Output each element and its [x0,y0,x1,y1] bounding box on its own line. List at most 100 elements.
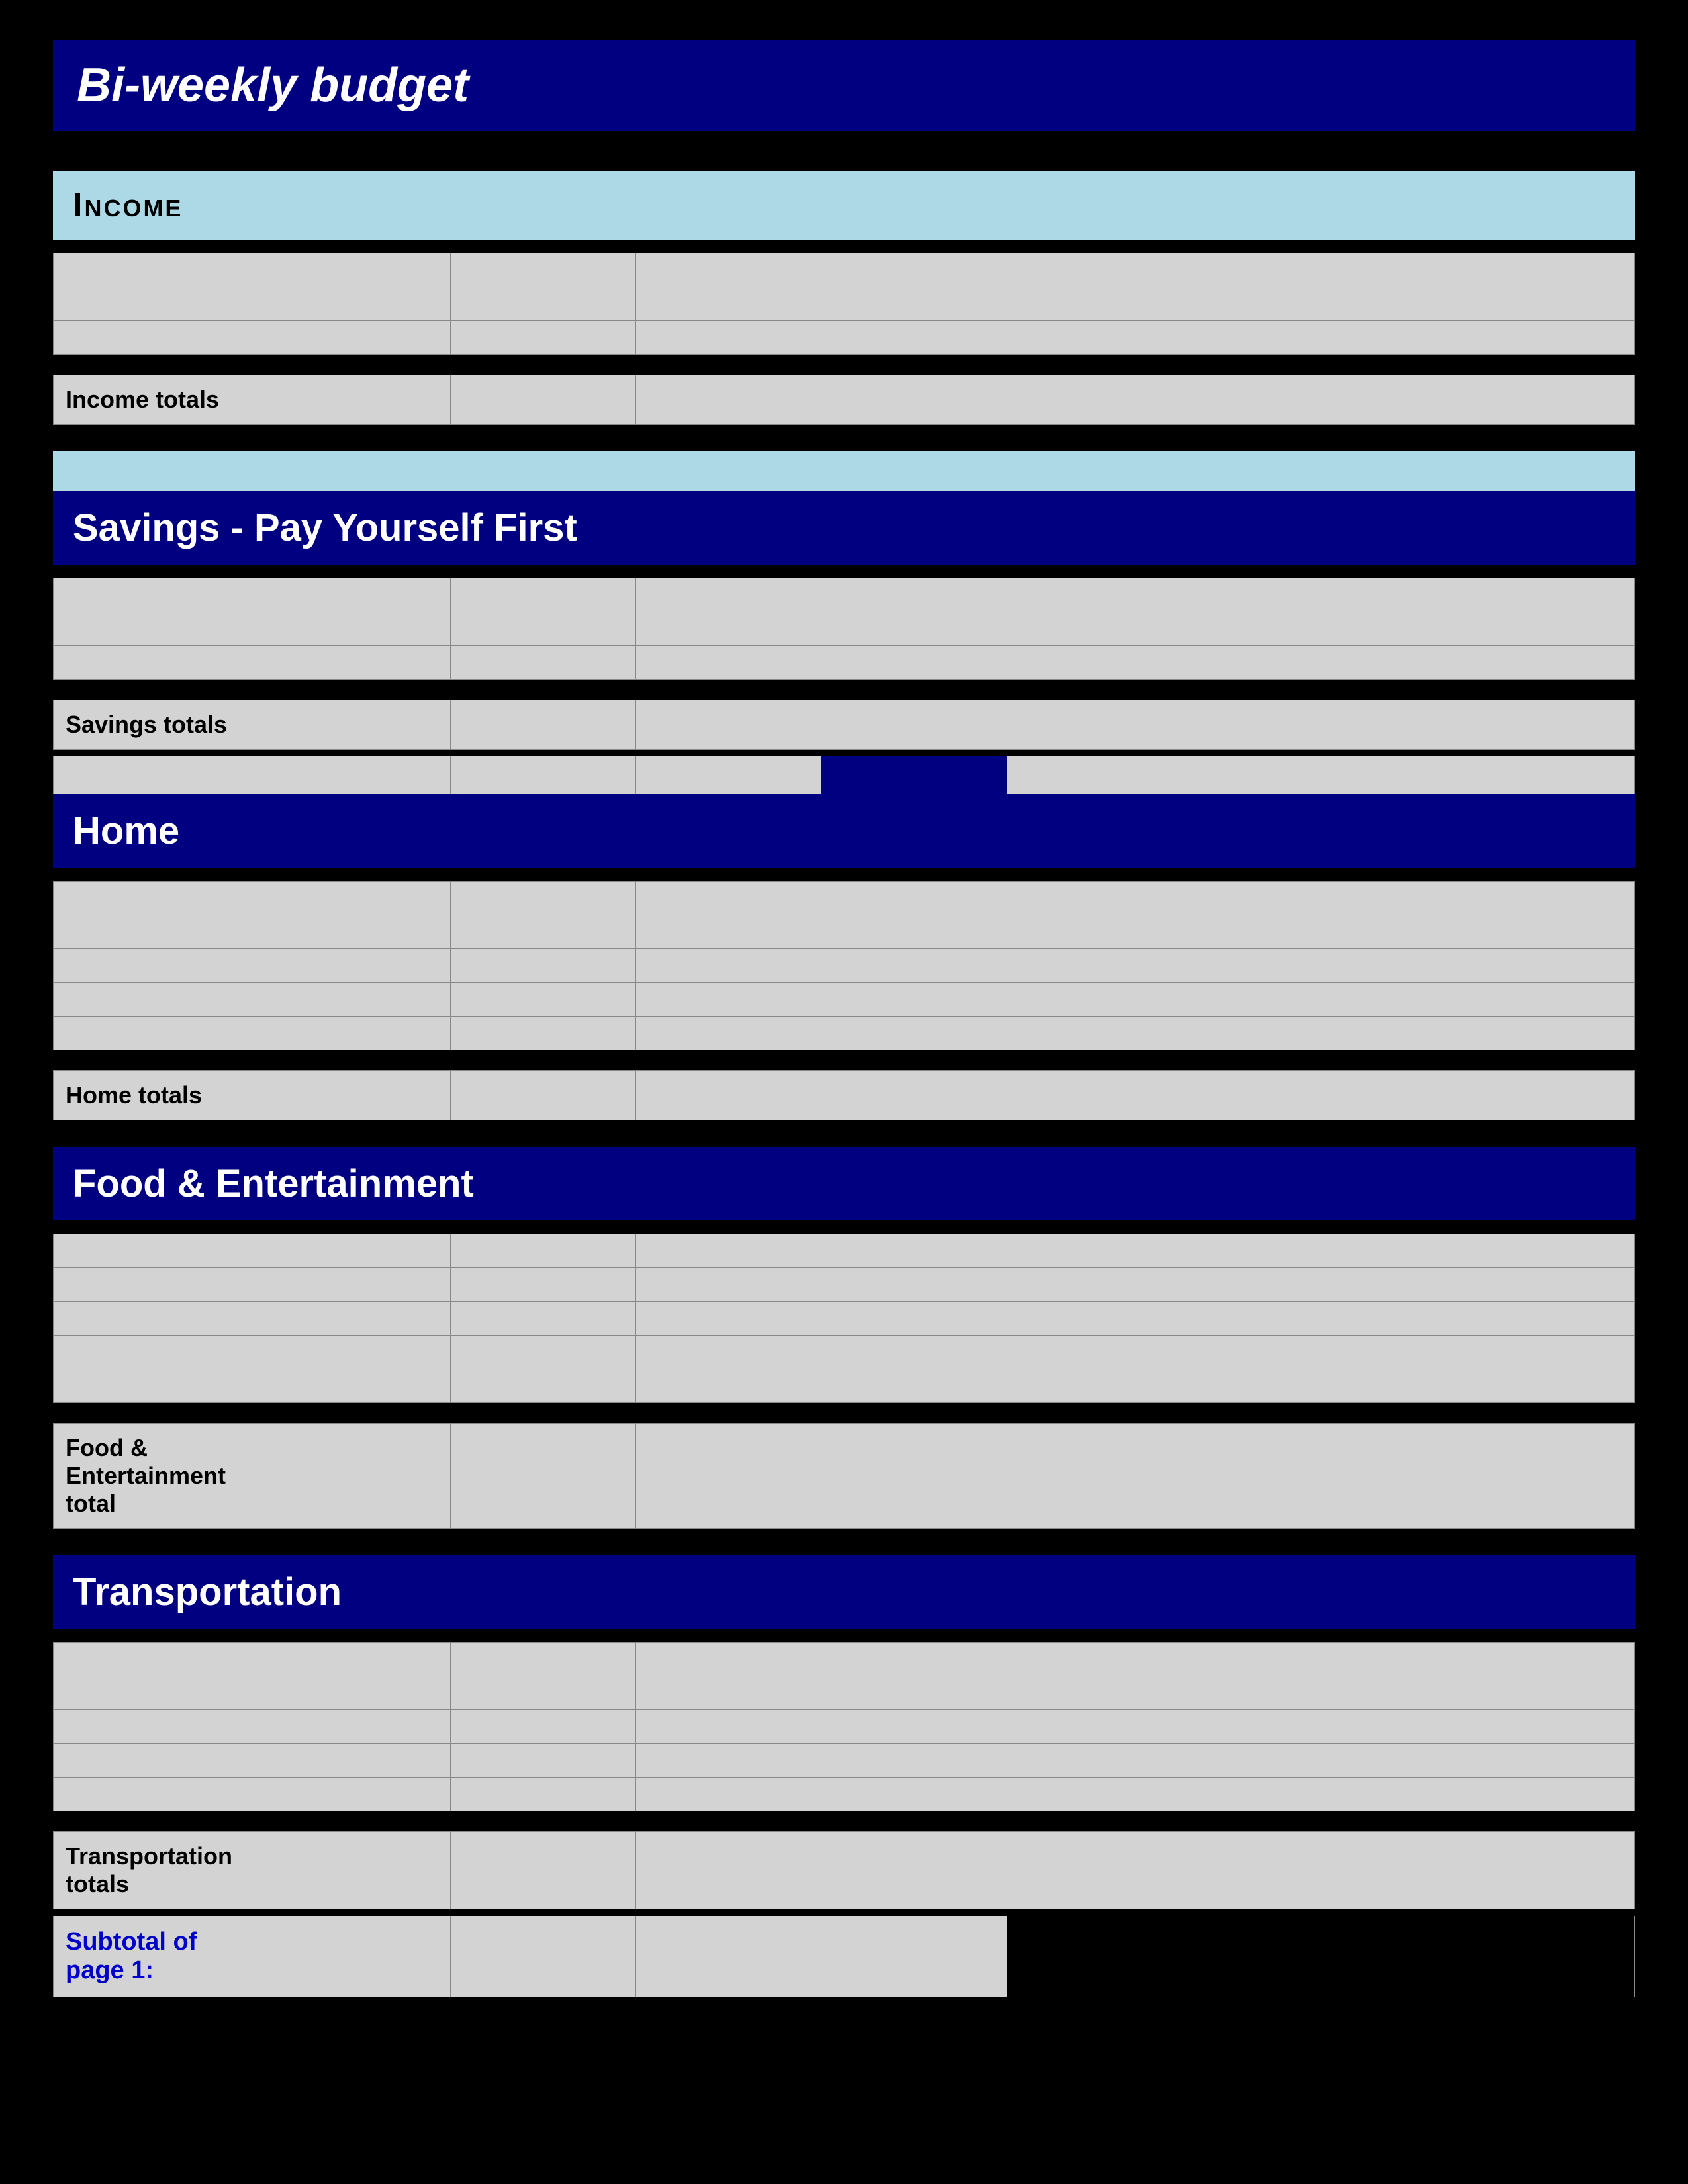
data-cell [636,949,821,982]
data-cell [54,983,265,1016]
table-row [53,1268,1635,1302]
savings-totals-cell-1 [265,700,451,749]
data-cell [265,882,451,915]
data-cell [265,1234,451,1267]
data-cell [451,1676,636,1709]
home-table [53,881,1635,1050]
data-cell [54,882,265,915]
transportation-totals-row: Transportation totals [53,1831,1635,1909]
data-cell [821,1369,1007,1402]
savings-body [53,565,1635,693]
data-cell [821,1744,1007,1777]
income-body [53,240,1635,368]
data-cell [821,1710,1007,1743]
data-cell [54,612,265,645]
data-cell [265,1744,451,1777]
data-cell [821,1778,1007,1811]
data-cell [821,1268,1007,1301]
data-cell [451,253,636,287]
data-cell [265,1369,451,1402]
table-row [53,1710,1635,1744]
data-cell [451,1710,636,1743]
subtotal-row: Subtotal of page 1: [53,1916,1635,1997]
savings-totals-label: Savings totals [54,700,265,749]
food-title: Food & Entertainment [73,1162,474,1205]
income-totals-cell-3 [636,375,821,424]
data-cell [265,1643,451,1676]
income-table [53,253,1635,355]
food-totals-cell-1 [265,1424,451,1528]
extra-cell [636,756,821,794]
transportation-header: Transportation [53,1555,1635,1629]
data-cell [821,1302,1007,1335]
data-cell [636,1302,821,1335]
data-cell [821,578,1007,612]
data-cell [821,612,1007,645]
home-totals-cell-2 [451,1071,636,1120]
data-cell [636,882,821,915]
transportation-totals-cell-3 [636,1832,821,1909]
spacer [53,1535,1635,1555]
data-cell [265,1710,451,1743]
data-cell [821,646,1007,679]
data-cell [636,1268,821,1301]
data-cell [451,1268,636,1301]
data-cell [54,949,265,982]
data-cell [636,578,821,612]
data-cell [821,949,1007,982]
income-header: Income [53,171,1635,240]
data-cell [636,612,821,645]
data-cell [265,287,451,320]
table-row [53,287,1635,321]
title-bar: Bi-weekly budget [53,40,1635,131]
savings-light-bar [53,451,1635,491]
home-header: Home [53,794,1635,868]
table-row [53,915,1635,949]
data-cell [821,1017,1007,1050]
data-cell [821,1336,1007,1369]
savings-header: Savings - Pay Yourself First [53,491,1635,565]
food-totals-label: Food & Entertainment total [54,1424,265,1528]
food-totals-cell-4 [821,1424,1007,1528]
data-cell [451,1017,636,1050]
data-cell [54,1302,265,1335]
table-row [53,1017,1635,1050]
savings-totals-cell-2 [451,700,636,749]
data-cell [54,1369,265,1402]
subtotal-cell-1 [265,1916,451,1997]
extra-cell [54,756,265,794]
data-cell [54,915,265,948]
data-cell [636,1369,821,1402]
table-row [53,1302,1635,1336]
income-totals-cell-4 [821,375,1007,424]
food-body [53,1220,1635,1416]
data-cell [265,1017,451,1050]
data-cell [451,646,636,679]
table-row [53,1369,1635,1403]
data-cell [636,1234,821,1267]
transportation-body [53,1629,1635,1825]
data-cell [821,915,1007,948]
data-cell [265,578,451,612]
data-cell [636,1710,821,1743]
table-row [53,612,1635,646]
data-cell [54,1017,265,1050]
table-row [53,1676,1635,1710]
data-cell [54,1744,265,1777]
savings-totals-cell-3 [636,700,821,749]
data-cell [54,646,265,679]
data-cell [54,1234,265,1267]
savings-totals-cell-4 [821,700,1007,749]
data-cell [265,1268,451,1301]
data-cell [451,1336,636,1369]
income-totals-cell-2 [451,375,636,424]
home-totals-cell-3 [636,1071,821,1120]
data-cell [54,287,265,320]
food-totals-cell-2 [451,1424,636,1528]
data-cell [54,1268,265,1301]
home-body [53,868,1635,1064]
data-cell [636,1017,821,1050]
table-row [53,1234,1635,1268]
food-table [53,1234,1635,1403]
savings-extra-row [53,756,1635,794]
